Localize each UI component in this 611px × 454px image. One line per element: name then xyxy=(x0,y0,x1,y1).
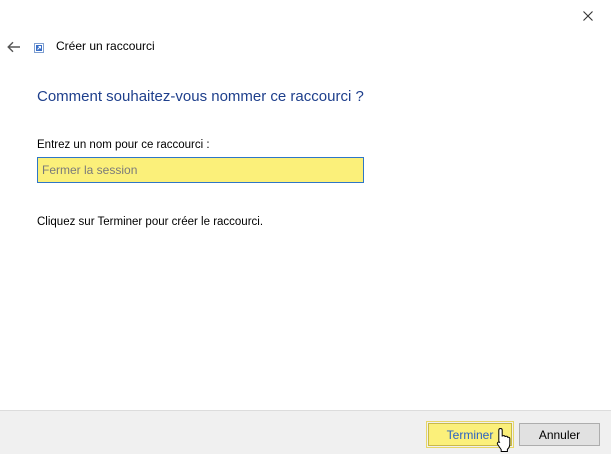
finish-button[interactable]: Terminer xyxy=(426,421,514,448)
back-button[interactable] xyxy=(2,36,26,58)
shortcut-icon xyxy=(34,43,44,53)
back-arrow-icon xyxy=(7,41,20,53)
create-shortcut-dialog: Créer un raccourci Comment souhaitez-vou… xyxy=(0,0,611,454)
dialog-title: Créer un raccourci xyxy=(56,39,155,53)
page-heading: Comment souhaitez-vous nommer ce raccour… xyxy=(37,88,364,105)
cancel-button[interactable]: Annuler xyxy=(519,423,600,446)
instruction-text: Cliquez sur Terminer pour créer le racco… xyxy=(37,216,264,228)
name-field-label: Entrez un nom pour ce raccourci : xyxy=(37,139,210,151)
close-icon xyxy=(583,11,593,21)
close-button[interactable] xyxy=(570,2,606,30)
dialog-footer: Terminer Annuler xyxy=(0,410,611,454)
shortcut-name-input[interactable] xyxy=(37,157,364,183)
